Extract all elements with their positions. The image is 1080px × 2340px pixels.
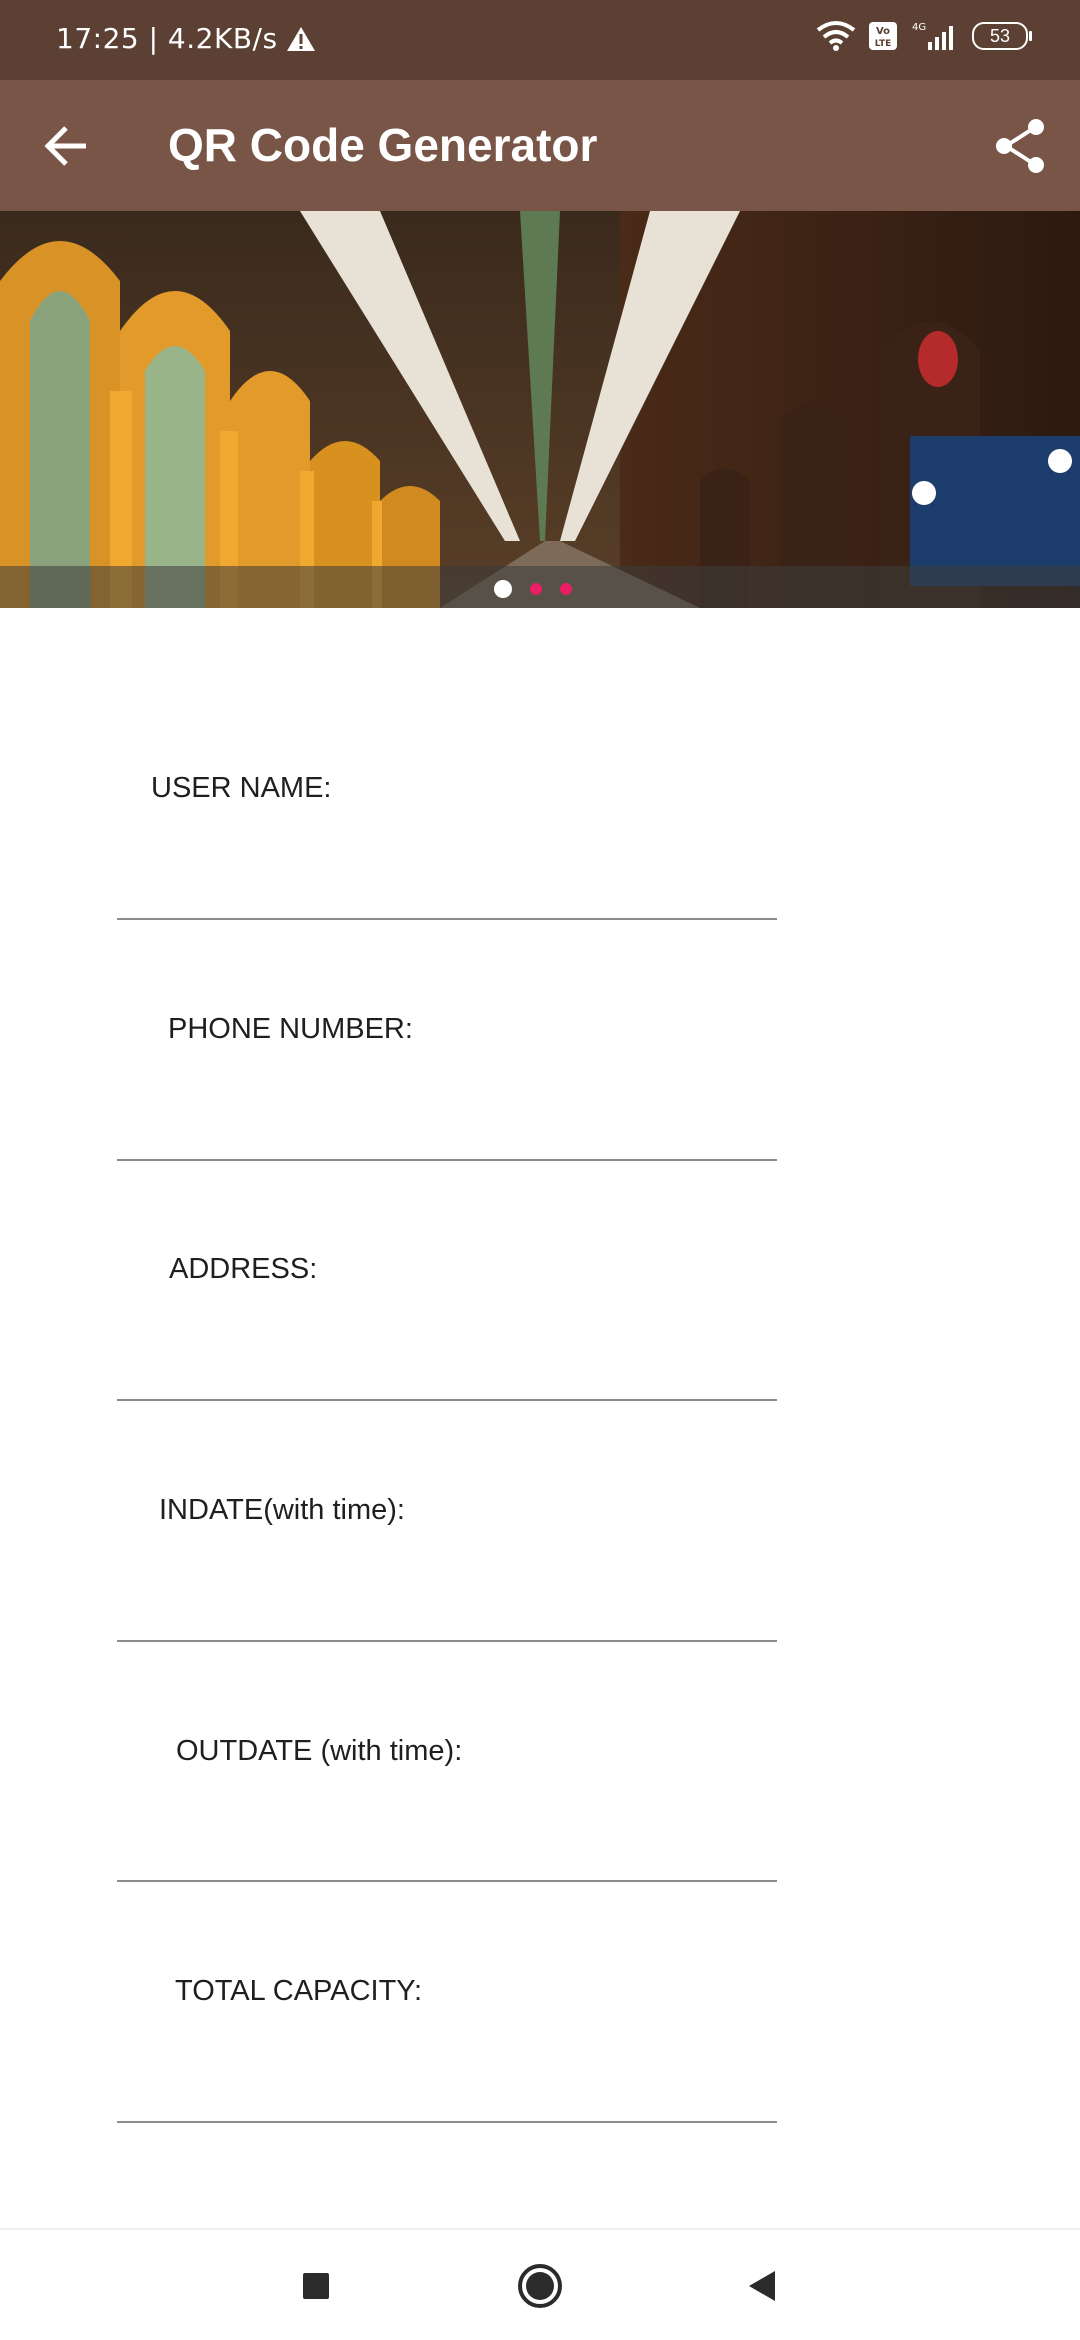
screen: 17:25 | 4.2KB/s Vo LTE 4G 53 QR Code Gen…	[0, 0, 1080, 2340]
train-station-image	[0, 211, 1080, 608]
indate-input[interactable]	[117, 1560, 777, 1642]
home-button[interactable]	[510, 2256, 570, 2316]
total-capacity-input[interactable]	[117, 2041, 777, 2123]
carousel-dot-active[interactable]	[494, 580, 512, 598]
circle-icon	[518, 2264, 562, 2308]
phone-number-input[interactable]	[117, 1079, 777, 1161]
back-button[interactable]	[40, 118, 96, 174]
user-name-label: USER NAME:	[151, 772, 332, 804]
svg-text:LTE: LTE	[875, 39, 892, 49]
carousel-indicator	[494, 580, 572, 598]
network-type-label: 4G	[912, 22, 926, 33]
status-right: Vo LTE 4G 53	[816, 20, 1032, 52]
wifi-icon	[816, 21, 856, 51]
square-icon	[303, 2273, 329, 2299]
svg-text:Vo: Vo	[876, 26, 890, 37]
triangle-back-icon	[749, 2271, 775, 2301]
address-input[interactable]	[117, 1319, 777, 1401]
carousel-dot[interactable]	[560, 583, 572, 595]
outdate-label: OUTDATE (with time):	[176, 1735, 463, 1767]
volte-icon: Vo LTE	[869, 22, 897, 50]
battery-icon: 53	[972, 22, 1032, 50]
system-nav-bar	[0, 2228, 1080, 2340]
share-icon	[996, 119, 1044, 173]
status-bar: 17:25 | 4.2KB/s Vo LTE 4G 53	[0, 0, 1080, 80]
recents-button[interactable]	[286, 2256, 346, 2316]
banner-carousel[interactable]	[0, 211, 1080, 608]
share-button[interactable]	[988, 114, 1052, 178]
status-left: 17:25 | 4.2KB/s	[56, 22, 316, 55]
user-name-input[interactable]	[117, 838, 777, 920]
battery-level: 53	[989, 25, 1011, 46]
status-time-speed: 17:25 | 4.2KB/s	[56, 22, 278, 55]
arrow-left-icon	[44, 126, 86, 166]
indate-label: INDATE(with time):	[159, 1494, 405, 1526]
back-nav-button[interactable]	[732, 2256, 792, 2316]
address-label: ADDRESS:	[169, 1253, 318, 1285]
carousel-dot[interactable]	[530, 583, 542, 595]
page-title: QR Code Generator	[168, 119, 598, 171]
phone-number-label: PHONE NUMBER:	[168, 1013, 413, 1045]
app-bar: QR Code Generator	[0, 80, 1080, 211]
warning-icon	[286, 26, 315, 51]
total-capacity-label: TOTAL CAPACITY:	[175, 1975, 423, 2007]
signal-icon: 4G	[912, 22, 953, 50]
outdate-input[interactable]	[117, 1800, 777, 1882]
